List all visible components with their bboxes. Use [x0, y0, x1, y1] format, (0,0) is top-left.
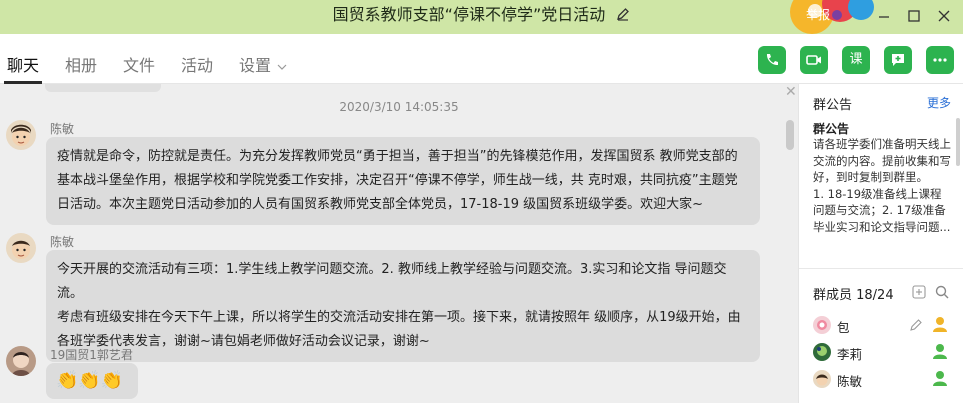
edit-title-icon[interactable]: [616, 1, 630, 31]
more-link[interactable]: 更多: [927, 94, 951, 111]
owner-badge-icon: [931, 315, 949, 337]
tab-chat[interactable]: 聊天: [7, 52, 39, 76]
notice-line: 毕业实习和论文指导问题...: [813, 219, 951, 234]
notice-title: 群公告: [813, 122, 850, 136]
notice-line: 1. 18-19级准备线上课程: [813, 186, 942, 201]
notice-line: 问题与交流；2. 17级准备: [813, 203, 946, 217]
more-button[interactable]: [926, 46, 954, 74]
notice-line: 请各班学委们准备明天线上: [813, 137, 951, 151]
sender-name: 陈敏: [50, 122, 75, 136]
minimize-icon[interactable]: [872, 5, 896, 27]
avatar: [813, 370, 831, 388]
group-info-panel: 群公告 更多 群公告 请各班学委们准备明天线上 交流的内容。提前收集和写 好，到…: [798, 84, 963, 403]
divider: [799, 268, 963, 269]
message-line: 👏👏👏: [56, 370, 124, 391]
sender-name: 陈敏: [50, 235, 75, 249]
add-member-icon[interactable]: [911, 284, 927, 304]
message-line: 今天开展的交流活动有三项：1.学生线上教学问题交流。2. 教师线上教学经验与问题…: [57, 262, 727, 301]
member-item[interactable]: 包: [813, 314, 958, 338]
share-screen-button[interactable]: [884, 46, 912, 74]
title-bar: 国贸系教师支部“停课不停学”党日活动 举报: [0, 0, 963, 34]
tab-album[interactable]: 相册: [65, 52, 97, 76]
class-button[interactable]: 课: [842, 46, 870, 74]
notice-heading: 群公告: [813, 98, 853, 113]
qq-group-chat-window: 国贸系教师支部“停课不停学”党日活动 举报 聊天 相册 文件 活动 设置 课 ✕…: [0, 0, 963, 403]
members-heading: 群成员 18/24: [813, 288, 894, 303]
video-call-button[interactable]: [800, 46, 828, 74]
message-line: 疫情就是命令，防控就是责任。为充分发挥教师党员“勇于担当，善于担当”的先锋模范作…: [57, 149, 738, 164]
call-button[interactable]: [758, 46, 786, 74]
search-icon[interactable]: [934, 284, 950, 304]
tab-settings[interactable]: 设置: [239, 52, 271, 76]
class-label: 课: [849, 52, 863, 67]
avatar[interactable]: [6, 233, 36, 263]
message-timestamp: 2020/3/10 14:05:35: [339, 100, 459, 114]
close-icon[interactable]: [932, 5, 956, 27]
close-panel-icon[interactable]: ✕: [785, 84, 797, 100]
window-title: 国贸系教师支部“停课不停学”党日活动: [332, 5, 606, 24]
notice-line: 好，到时复制到群里。: [813, 170, 928, 184]
message-bubble[interactable]: 今天开展的交流活动有三项：1.学生线上教学问题交流。2. 教师线上教学经验与问题…: [46, 250, 760, 362]
message-line: 各班学委代表发言，谢谢~请包娟老师做好活动会议记录，谢谢~: [57, 334, 430, 349]
avatar: [813, 316, 831, 334]
tab-files[interactable]: 文件: [123, 52, 155, 76]
report-label[interactable]: 举报: [806, 6, 830, 23]
notice-body[interactable]: 请各班学委们准备明天线上 交流的内容。提前收集和写 好，到时复制到群里。 1. …: [813, 136, 959, 235]
avatar[interactable]: [6, 120, 36, 150]
member-item[interactable]: 陈敏: [813, 368, 958, 392]
message-bubble[interactable]: 👏👏👏: [46, 363, 138, 399]
avatar[interactable]: [6, 346, 36, 376]
previous-bubble-edge: [45, 84, 161, 92]
pencil-icon[interactable]: [909, 317, 923, 336]
member-name: 包: [837, 320, 850, 335]
message-line: 考虑有班级安排在今天下午上课，所以将学生的交流活动安排在第一项。接下来，就请按照…: [57, 310, 741, 325]
admin-badge-icon: [931, 369, 949, 391]
sender-name: 19国贸1郭艺君: [50, 348, 133, 362]
notice-line: 交流的内容。提前收集和写: [813, 153, 951, 168]
chevron-down-icon[interactable]: [277, 56, 287, 75]
member-name: 陈敏: [837, 374, 863, 389]
member-name: 李莉: [837, 347, 863, 362]
message-bubble[interactable]: 疫情就是命令，防控就是责任。为充分发挥教师党员“勇于担当，善于担当”的先锋模范作…: [46, 137, 760, 225]
chat-scrollbar[interactable]: [786, 120, 794, 150]
admin-badge-icon: [931, 342, 949, 364]
panel-scrollbar[interactable]: [956, 118, 960, 166]
member-item[interactable]: 李莉: [813, 341, 958, 365]
tab-bar: 聊天 相册 文件 活动 设置 课: [0, 34, 963, 84]
avatar: [813, 343, 831, 361]
maximize-icon[interactable]: [902, 5, 926, 27]
tab-activity[interactable]: 活动: [181, 52, 213, 76]
message-line: 日活动。本次主题党日活动参加的人员有国贸系教师党支部全体党员，17-18-19 …: [57, 197, 704, 212]
message-line: 基本战斗堡垒作用，根据学校和学院党委工作安排，决定召开“停课不停学，师生战一线，…: [57, 173, 738, 188]
chat-history[interactable]: ✕ 2020/3/10 14:05:35 陈敏 疫情就是命令，防控就是责任。为充…: [0, 84, 798, 403]
